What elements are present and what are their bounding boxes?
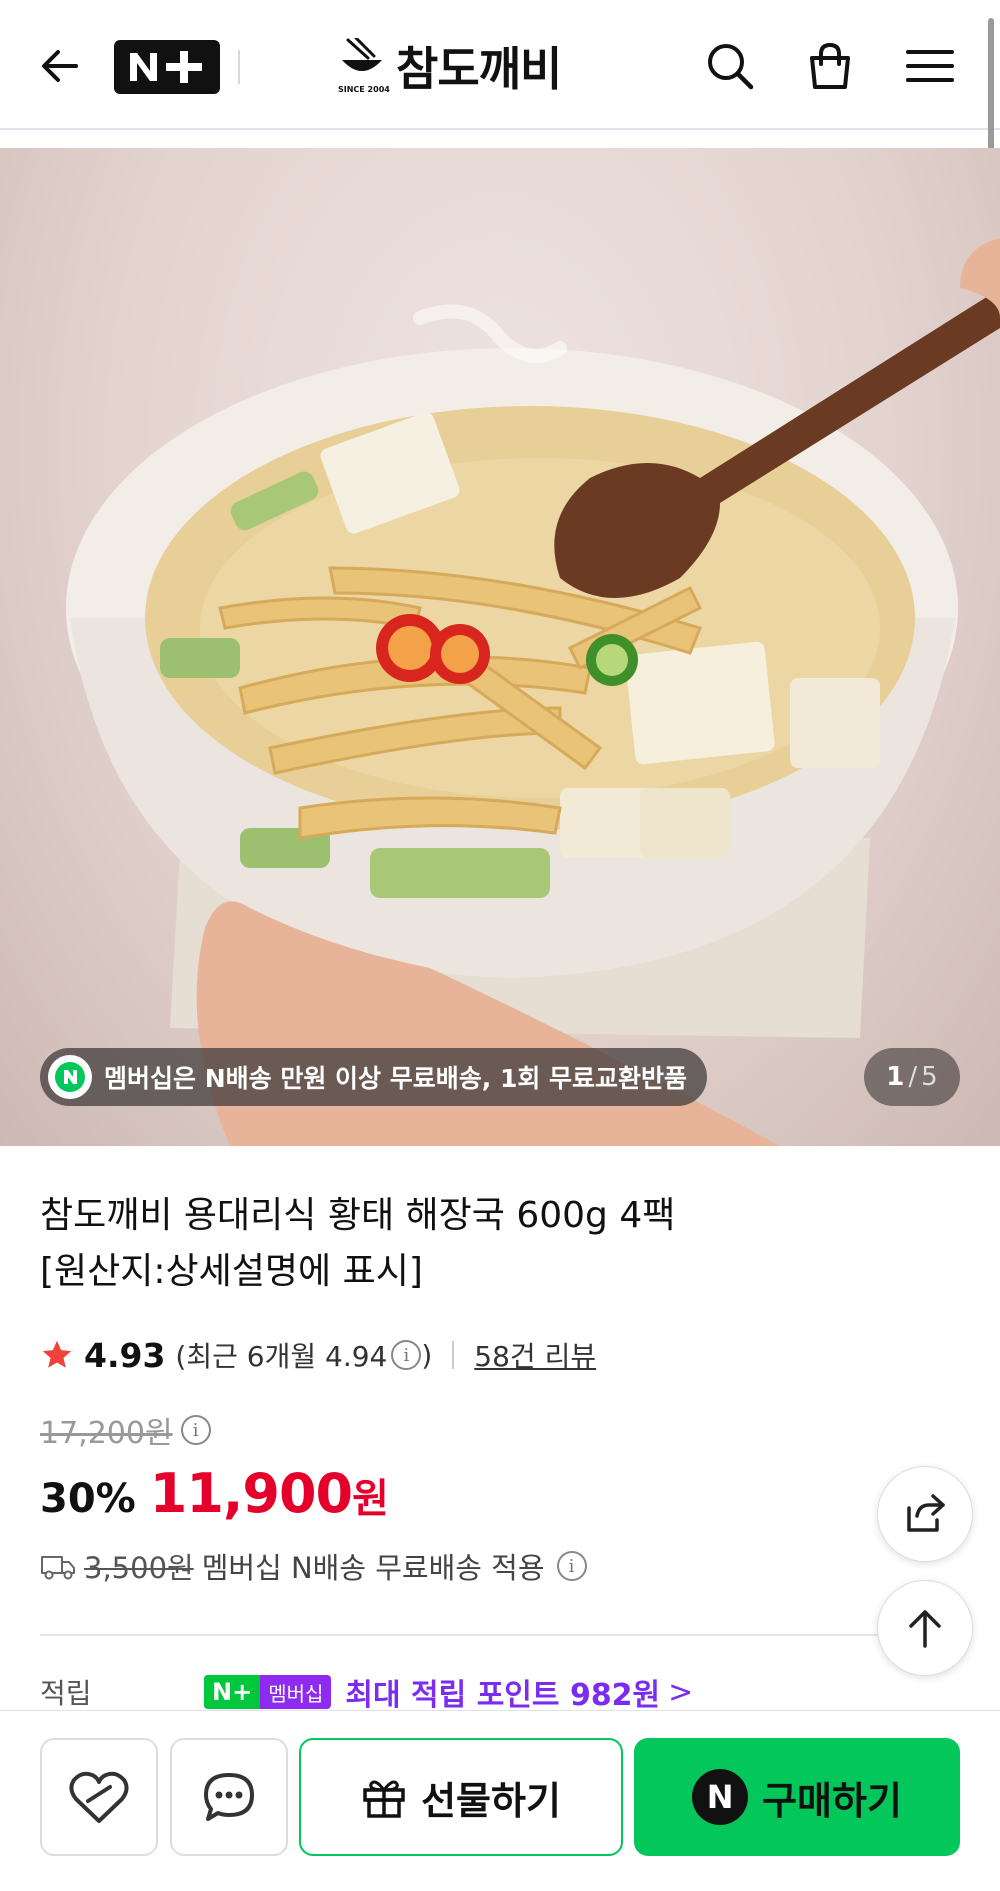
search-icon xyxy=(708,44,754,90)
shipping-info-icon[interactable]: i xyxy=(556,1551,587,1581)
nplus-logo-icon xyxy=(130,51,202,83)
shopping-bag-icon xyxy=(810,42,850,89)
product-photo-soup-bowl xyxy=(66,238,1000,1146)
rating-score: 4.93 xyxy=(84,1335,166,1375)
naver-pay-n-icon: N xyxy=(692,1769,749,1825)
chat-bubble-icon xyxy=(204,1773,254,1821)
heart-icon xyxy=(69,1771,129,1823)
image-page-indicator: 1 / 5 xyxy=(864,1048,960,1106)
recent-rating-text: (최근 6개월 4.94 xyxy=(175,1340,388,1373)
hamburger-menu-icon xyxy=(906,50,954,82)
page-current: 1 xyxy=(886,1062,905,1092)
product-image-carousel[interactable]: 멤버십은 N배송 만원 이상 무료배송, 1회 무료교환반품 1 / 5 xyxy=(0,148,1000,1146)
gift-button[interactable]: 선물하기 xyxy=(299,1738,623,1856)
discount-percent: 30% xyxy=(40,1476,136,1522)
membership-notice-text: 멤버십은 N배송 만원 이상 무료배송, 1회 무료교환반품 xyxy=(104,1064,688,1093)
delivery-truck-icon xyxy=(41,1556,75,1580)
chat-button[interactable] xyxy=(170,1738,288,1856)
chevron-right-icon: > xyxy=(668,1674,694,1710)
brand-logo[interactable]: SINCE 2004 참도깨비 xyxy=(338,30,562,102)
wishlist-button[interactable] xyxy=(40,1738,158,1856)
nplus-membership-chip: N+ 멤버십 xyxy=(204,1675,332,1709)
membership-notice-pill: 멤버십은 N배송 만원 이상 무료배송, 1회 무료교환반품 xyxy=(40,1048,708,1106)
original-price-row: 17,200원 i xyxy=(40,1408,211,1452)
bottom-action-bar: 선물하기 N 구매하기 xyxy=(0,1710,1000,1891)
price-info-icon[interactable]: i xyxy=(180,1415,211,1445)
shipping-row: 3,500원 멤버십 N배송 무료배송 적용 i xyxy=(40,1542,587,1590)
points-label: 적립 xyxy=(40,1677,92,1710)
buy-button[interactable]: N 구매하기 xyxy=(634,1738,960,1856)
product-title-line1: 참도깨비 용대리식 황태 해장국 600g 4팩 xyxy=(40,1195,676,1236)
membership-chip-text: 멤버십 xyxy=(268,1681,324,1706)
top-header: SINCE 2004 참도깨비 xyxy=(0,0,1000,178)
rating-divider xyxy=(452,1341,455,1369)
sale-price-unit: 원 xyxy=(352,1476,389,1522)
star-icon xyxy=(42,1340,72,1368)
share-button[interactable] xyxy=(877,1466,973,1562)
info-icon[interactable]: i xyxy=(391,1340,422,1370)
search-button[interactable] xyxy=(694,30,766,102)
shipping-note: 멤버십 N배송 무료배송 적용 xyxy=(201,1551,545,1585)
share-icon xyxy=(907,1494,945,1532)
page-separator: / xyxy=(908,1062,918,1092)
review-count-link[interactable]: 58건 리뷰 xyxy=(474,1335,596,1375)
naver-n-badge-icon xyxy=(48,1055,92,1099)
bowl-logo-icon: SINCE 2004 xyxy=(338,36,390,94)
menu-button[interactable] xyxy=(894,30,966,102)
buy-label: 구매하기 xyxy=(762,1778,902,1823)
sale-price-row: 30% 11,900 원 xyxy=(40,1462,389,1528)
page-total: 5 xyxy=(921,1062,938,1092)
gift-icon xyxy=(363,1780,405,1818)
sale-price: 11,900 xyxy=(149,1462,353,1525)
recent-rating-close: ) xyxy=(421,1338,433,1372)
arrow-left-icon xyxy=(42,50,78,82)
cart-button[interactable] xyxy=(794,30,866,102)
product-title-line2: [원산지:상세설명에 표시] xyxy=(40,1251,423,1292)
product-title: 참도깨비 용대리식 황태 해장국 600g 4팩 [원산지:상세설명에 표시] xyxy=(40,1188,740,1300)
rating-row: 4.93 (최근 6개월 4.94 i ) 58건 리뷰 xyxy=(40,1330,596,1380)
nplus-store-logo[interactable] xyxy=(114,40,220,94)
points-row[interactable]: 적립 N+ 멤버십 최대 적립 포인트 982원 > xyxy=(40,1672,920,1713)
header-divider xyxy=(238,50,240,84)
original-price: 17,200원 xyxy=(40,1416,173,1451)
max-points-text: 최대 적립 포인트 982원 xyxy=(345,1678,661,1712)
back-button[interactable] xyxy=(24,30,96,102)
scroll-top-button[interactable] xyxy=(877,1580,973,1676)
shipping-fee: 3,500원 xyxy=(84,1551,194,1585)
section-divider xyxy=(40,1634,920,1636)
arrow-up-icon xyxy=(909,1610,941,1648)
brand-since-text: SINCE 2004 xyxy=(338,85,390,94)
gift-label: 선물하기 xyxy=(421,1778,561,1823)
brand-name: 참도깨비 xyxy=(396,42,562,96)
nplus-chip-text: N+ xyxy=(204,1675,261,1709)
